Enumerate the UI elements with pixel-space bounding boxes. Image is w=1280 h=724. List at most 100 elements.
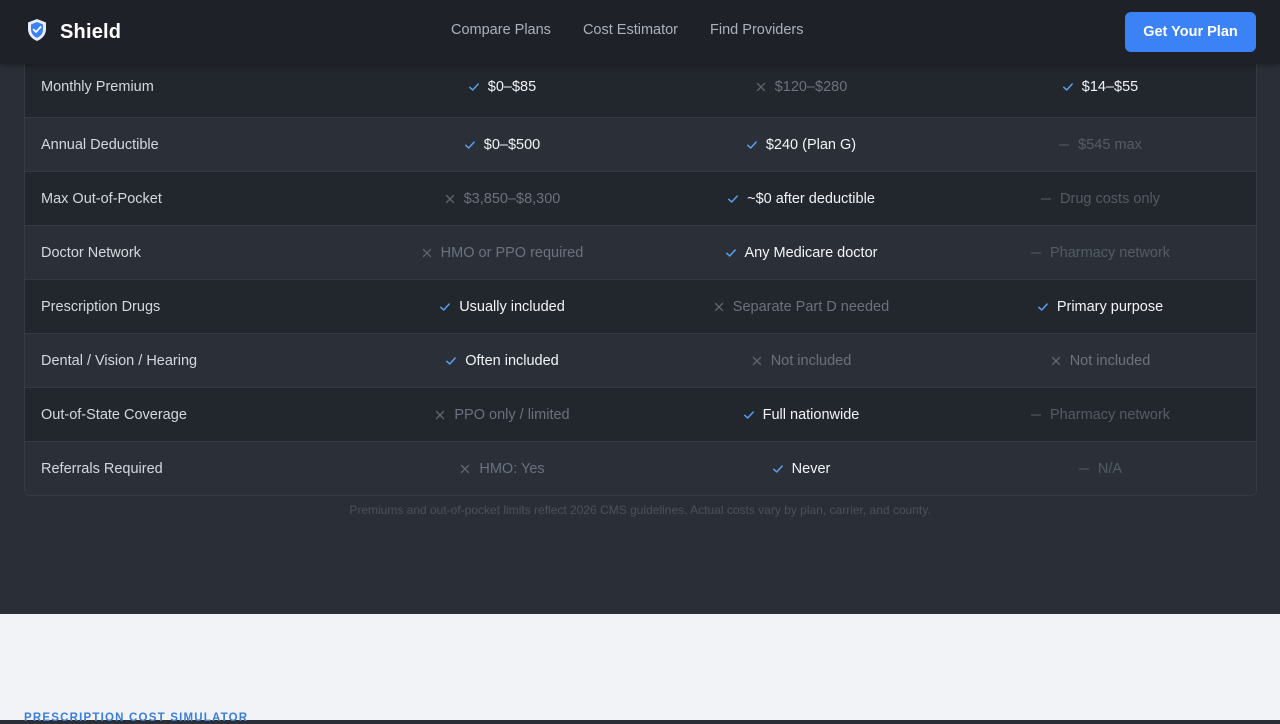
table-row: Annual Deductible $0–$500 $240 (Plan G) $54… bbox=[25, 118, 1256, 172]
table-cell: Pharmacy network bbox=[950, 407, 1250, 423]
x-icon bbox=[434, 409, 446, 421]
table-cell: PPO only / limited bbox=[352, 407, 652, 423]
row-label: Out-of-State Coverage bbox=[41, 406, 187, 423]
table-cell: HMO or PPO required bbox=[352, 245, 652, 261]
table-cell: Full nationwide bbox=[651, 407, 951, 423]
cell-value: HMO or PPO required bbox=[440, 244, 584, 261]
row-label: Prescription Drugs bbox=[41, 298, 161, 315]
x-icon bbox=[444, 193, 456, 205]
table-cell: Primary purpose bbox=[950, 299, 1250, 315]
x-icon bbox=[755, 81, 767, 93]
table-row: Max Out-of-Pocket $3,850–$8,300 ~$0 after … bbox=[25, 172, 1256, 226]
row-label: Dental / Vision / Hearing bbox=[41, 352, 198, 369]
footnote: Premiums and out-of-pocket limits reflec… bbox=[349, 503, 931, 517]
cell-value: HMO: Yes bbox=[479, 460, 545, 477]
table-cell: ~$0 after deductible bbox=[651, 191, 951, 207]
dash-icon bbox=[1030, 247, 1042, 259]
table-cell: Often included bbox=[352, 353, 652, 369]
table-cell: $3,850–$8,300 bbox=[352, 191, 652, 207]
check-icon bbox=[1062, 81, 1074, 93]
check-icon bbox=[1037, 301, 1049, 313]
check-icon bbox=[727, 193, 739, 205]
cell-value: Never bbox=[791, 460, 831, 477]
table-cell: $14–$55 bbox=[950, 79, 1250, 95]
x-icon bbox=[1050, 355, 1062, 367]
row-label: Monthly Premium bbox=[41, 79, 154, 95]
table-row: Doctor Network HMO or PPO required Any Med… bbox=[25, 226, 1256, 280]
simulator-section: PRESCRIPTION COST SIMULATOR bbox=[0, 614, 1280, 724]
cell-value: N/A bbox=[1097, 460, 1123, 477]
row-label: Doctor Network bbox=[41, 244, 141, 261]
cell-value: ~$0 after deductible bbox=[747, 190, 875, 207]
top-navigation-bar: Shield Compare Plans Cost Estimator Find… bbox=[0, 0, 1280, 64]
table-row: Prescription Drugs Usually included Separa… bbox=[25, 280, 1256, 334]
cell-value: $0–$85 bbox=[487, 79, 537, 95]
table-cell: Never bbox=[651, 461, 951, 477]
row-label: Max Out-of-Pocket bbox=[41, 190, 162, 207]
cell-value: $240 (Plan G) bbox=[765, 136, 857, 153]
row-label: Annual Deductible bbox=[41, 136, 159, 153]
cell-value: Any Medicare doctor bbox=[744, 244, 878, 261]
section-eyebrow: PRESCRIPTION COST SIMULATOR bbox=[24, 712, 249, 724]
x-icon bbox=[713, 301, 725, 313]
dash-icon bbox=[1030, 409, 1042, 421]
dash-icon bbox=[1058, 139, 1070, 151]
table-cell: $0–$500 bbox=[352, 137, 652, 153]
cell-value: $545 max bbox=[1078, 136, 1142, 153]
cell-value: Usually included bbox=[459, 298, 565, 315]
main-nav: Compare Plans Cost Estimator Find Provid… bbox=[451, 22, 804, 38]
dash-icon bbox=[1078, 463, 1090, 475]
nav-find-providers[interactable]: Find Providers bbox=[710, 22, 803, 38]
x-icon bbox=[459, 463, 471, 475]
check-icon bbox=[464, 139, 476, 151]
check-icon bbox=[439, 301, 451, 313]
table-row: Referrals Required HMO: Yes Never N/A bbox=[25, 442, 1256, 495]
plan-comparison-section: Monthly Premium $0–$85 $120–$280 $14–$55 Ann… bbox=[0, 0, 1280, 614]
table-cell: Usually included bbox=[352, 299, 652, 315]
table-cell: N/A bbox=[950, 461, 1250, 477]
check-icon bbox=[725, 247, 737, 259]
table-cell: Separate Part D needed bbox=[651, 299, 951, 315]
table-cell: HMO: Yes bbox=[352, 461, 652, 477]
check-icon bbox=[445, 355, 457, 367]
table-cell: Not included bbox=[651, 353, 951, 369]
table-row: Dental / Vision / Hearing Often included N… bbox=[25, 334, 1256, 388]
table-cell: Pharmacy network bbox=[950, 245, 1250, 261]
get-your-plan-button[interactable]: Get Your Plan bbox=[1125, 12, 1256, 52]
table-row: Out-of-State Coverage PPO only / limited F… bbox=[25, 388, 1256, 442]
cell-value: $0–$500 bbox=[483, 136, 541, 153]
cell-value: Not included bbox=[770, 352, 852, 369]
brand-logo[interactable]: Shield bbox=[26, 18, 121, 47]
cell-value: Not included bbox=[1069, 352, 1151, 369]
cell-value: $120–$280 bbox=[774, 79, 848, 95]
cell-value: Often included bbox=[465, 352, 559, 369]
table-cell: Not included bbox=[950, 353, 1250, 369]
shield-icon bbox=[26, 18, 48, 47]
table-row: Monthly Premium $0–$85 $120–$280 $14–$55 bbox=[25, 60, 1256, 118]
nav-cost-estimator[interactable]: Cost Estimator bbox=[583, 22, 678, 38]
x-icon bbox=[421, 247, 433, 259]
x-icon bbox=[751, 355, 763, 367]
table-cell: $120–$280 bbox=[651, 79, 951, 95]
table-cell: Any Medicare doctor bbox=[651, 245, 951, 261]
cell-value: Primary purpose bbox=[1056, 298, 1164, 315]
dash-icon bbox=[1040, 193, 1052, 205]
cell-value: $3,850–$8,300 bbox=[463, 190, 561, 207]
nav-compare-plans[interactable]: Compare Plans bbox=[451, 22, 551, 38]
table-cell: $0–$85 bbox=[352, 79, 652, 95]
table-cell: Drug costs only bbox=[950, 191, 1250, 207]
cell-value: Pharmacy network bbox=[1049, 244, 1171, 261]
brand-name: Shield bbox=[60, 21, 122, 43]
cell-value: Separate Part D needed bbox=[732, 298, 890, 315]
check-icon bbox=[772, 463, 784, 475]
check-icon bbox=[746, 139, 758, 151]
table-cell: $545 max bbox=[950, 137, 1250, 153]
cell-value: PPO only / limited bbox=[454, 406, 570, 423]
check-icon bbox=[468, 81, 480, 93]
row-label: Referrals Required bbox=[41, 460, 163, 477]
table-cell: $240 (Plan G) bbox=[651, 137, 951, 153]
cell-value: Drug costs only bbox=[1060, 190, 1160, 207]
check-icon bbox=[743, 409, 755, 421]
cell-value: Full nationwide bbox=[762, 406, 860, 423]
cell-value: Pharmacy network bbox=[1049, 406, 1171, 423]
